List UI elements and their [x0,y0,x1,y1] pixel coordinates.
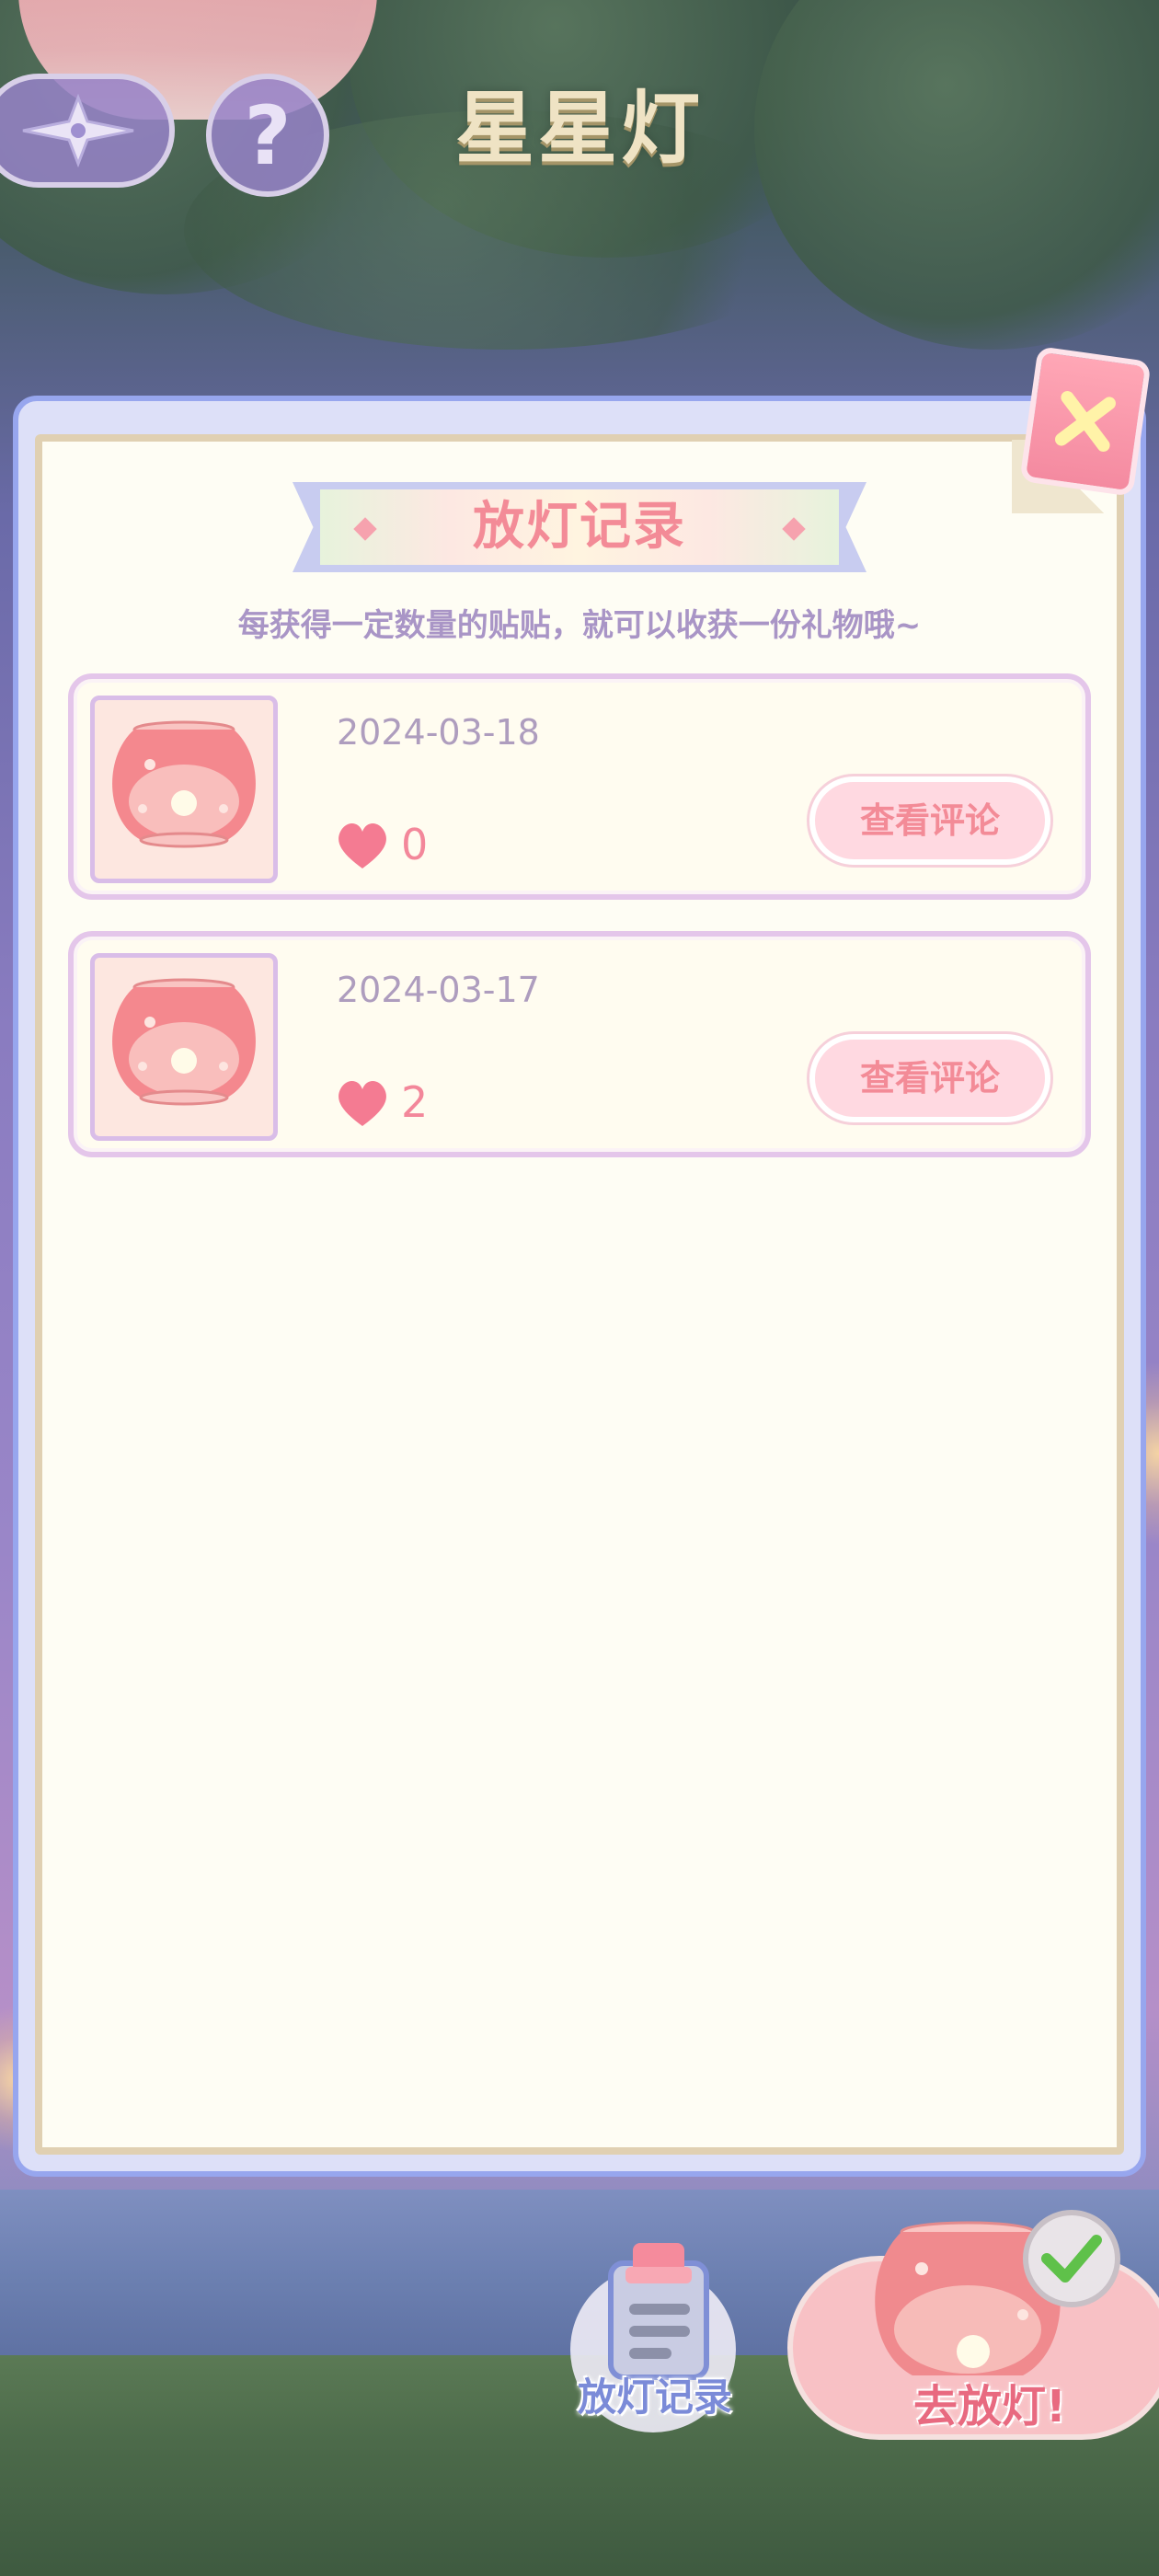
lantern-thumbnail [90,696,278,883]
heart-icon [339,1081,386,1126]
like-counter: 0 [333,815,517,874]
close-icon [1055,391,1116,452]
page-title: 星星灯 [455,83,704,175]
view-comments-button[interactable]: 查看评论 [809,1034,1050,1122]
close-button[interactable] [1019,346,1152,497]
app-screen: ? 星星灯 放灯记录 每获得一定数量的贴贴，就可以收获一份礼物哦~ 2024-0… [0,0,1159,2576]
help-button[interactable]: ? [206,74,329,197]
panel-subtitle: 每获得一定数量的贴贴，就可以收获一份礼物哦~ [237,607,922,644]
lantern-icon [112,978,256,1106]
back-button[interactable] [0,74,175,188]
lantern-icon [112,720,256,848]
heart-icon [339,823,386,868]
record-item: 2024-03-17 2 查看评论 [68,931,1091,1157]
check-badge [1023,2210,1120,2307]
panel-title: 放灯记录 [473,497,686,557]
panel-title-ribbon: 放灯记录 [293,475,866,581]
view-comments-button[interactable]: 查看评论 [809,776,1050,865]
record-date: 2024-03-17 [337,970,540,1010]
lantern-thumbnail [90,953,278,1141]
like-count: 0 [401,820,429,869]
like-counter: 2 [333,1073,517,1132]
lantern-record-label[interactable]: 放灯记录 [554,2370,756,2425]
question-icon: ? [244,87,292,183]
check-icon [1041,2235,1102,2283]
sparkle-back-icon [22,94,134,167]
release-lantern-label: 去放灯! [913,2381,1066,2432]
record-date: 2024-03-18 [337,712,540,753]
like-count: 2 [401,1077,429,1127]
record-item: 2024-03-18 0 查看评论 [68,673,1091,900]
